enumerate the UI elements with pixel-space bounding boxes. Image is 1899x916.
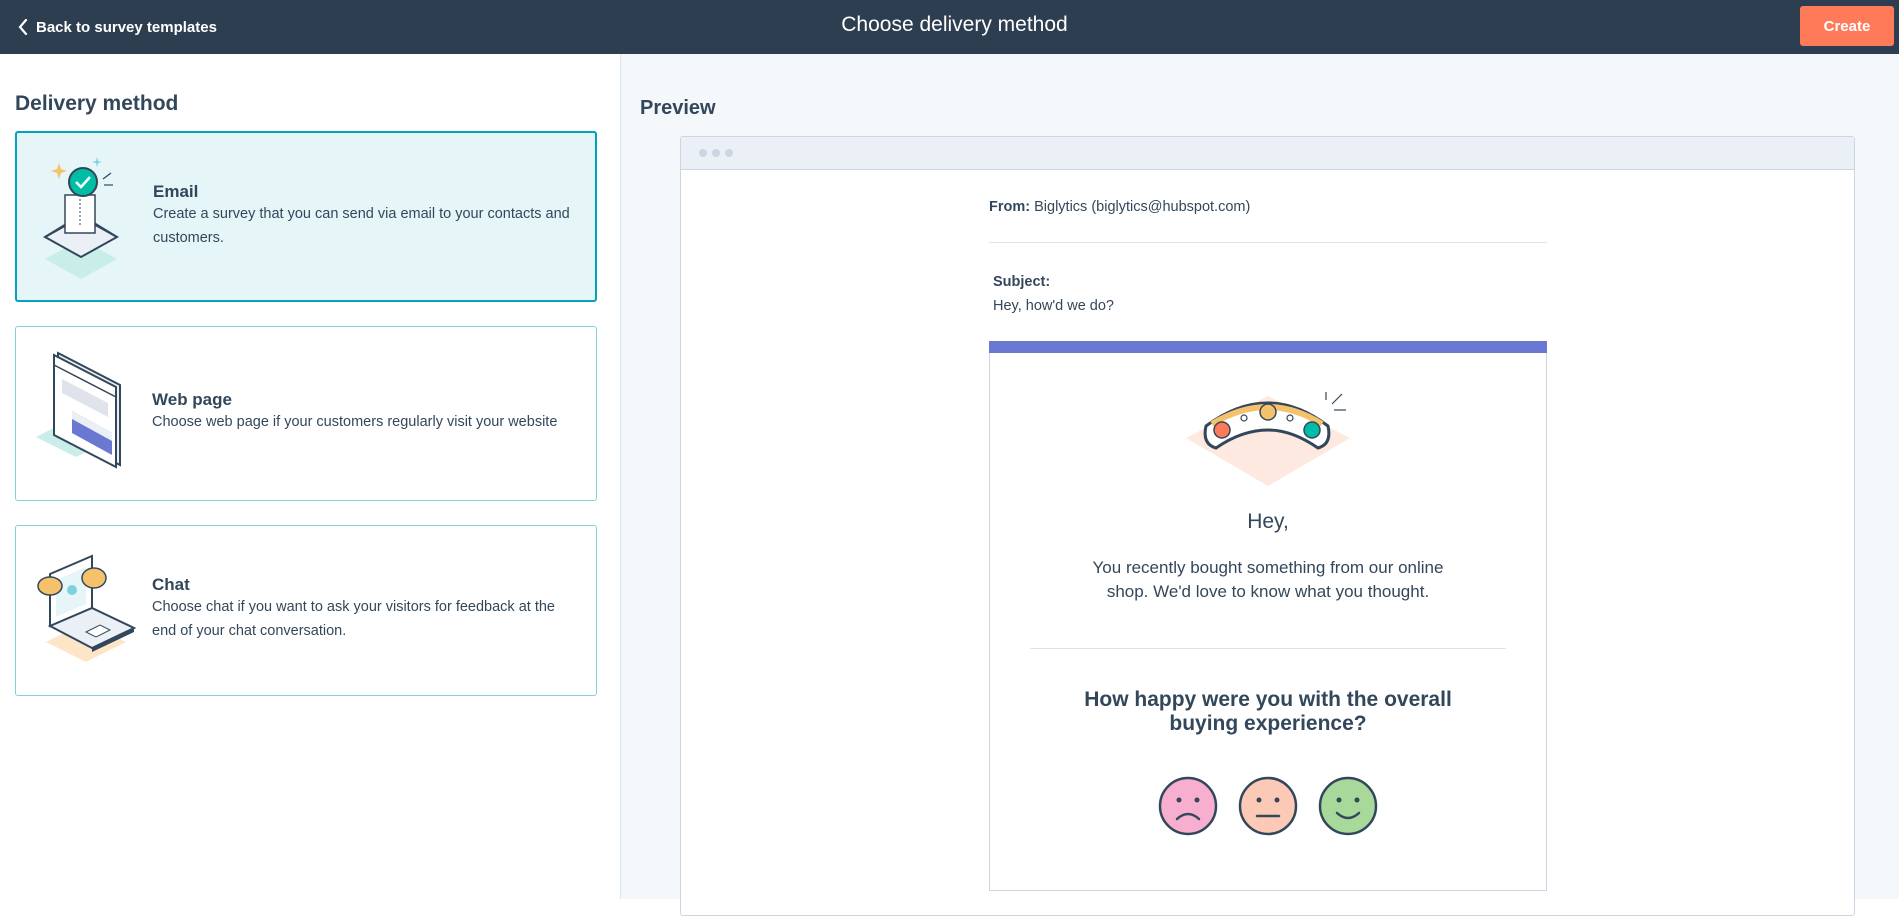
web-page-icon [36, 351, 121, 469]
from-label: From: [989, 199, 1031, 215]
window-dot-icon [699, 149, 707, 157]
divider [989, 242, 1547, 243]
top-bar: Back to survey templates Choose delivery… [0, 0, 1899, 54]
divider [1030, 648, 1506, 649]
subject-label: Subject: [993, 274, 1051, 290]
back-to-templates-link[interactable]: Back to survey templates [18, 14, 217, 40]
chevron-left-icon [18, 19, 28, 35]
page-title: Choose delivery method [841, 13, 1068, 36]
preview-panel: Preview From: Biglytics (biglytics@hubsp… [621, 54, 1899, 916]
neutral-face-icon[interactable] [1238, 776, 1298, 836]
option-title: Chat [152, 575, 190, 594]
section-title: Delivery method [15, 92, 179, 115]
create-button[interactable]: Create [1800, 6, 1894, 46]
option-description: Choose chat if you want to ask your visi… [152, 599, 555, 639]
rating-meter-icon [1186, 392, 1350, 486]
delivery-option-web-page[interactable]: Web page Choose web page if your custome… [15, 326, 597, 501]
email-accent-bar [989, 341, 1547, 353]
option-description: Create a survey that you can send via em… [153, 206, 570, 246]
sad-face-icon[interactable] [1158, 776, 1218, 836]
browser-frame: From: Biglytics (biglytics@hubspot.com) … [680, 136, 1855, 916]
subject-value: Hey, how'd we do? [993, 298, 1114, 314]
window-dot-icon [712, 149, 720, 157]
option-title: Web page [152, 390, 232, 409]
browser-bar [681, 137, 1854, 170]
email-from: From: Biglytics (biglytics@hubspot.com) [989, 199, 1250, 215]
preview-title: Preview [640, 97, 716, 119]
delivery-option-chat[interactable]: Chat Choose chat if you want to ask your… [15, 525, 597, 696]
email-body: Hey, You recently bought something from … [989, 341, 1547, 891]
happy-face-icon[interactable] [1318, 776, 1378, 836]
option-title: Email [153, 182, 199, 201]
email-intro: You recently bought something from our o… [1092, 558, 1444, 601]
survey-question: How happy were you with the overall buyi… [1084, 688, 1452, 735]
envelope-badge-icon [42, 157, 120, 279]
email-greeting: Hey, [1247, 510, 1289, 533]
delivery-option-email[interactable]: Email Create a survey that you can send … [15, 131, 597, 302]
from-value: Biglytics (biglytics@hubspot.com) [1034, 199, 1251, 215]
option-description: Choose web page if your customers regula… [152, 414, 558, 430]
back-link-label: Back to survey templates [36, 18, 217, 36]
chat-laptop-icon [37, 554, 137, 662]
window-dot-icon [725, 149, 733, 157]
delivery-method-panel: Delivery method Email Create a survey th… [0, 54, 620, 899]
